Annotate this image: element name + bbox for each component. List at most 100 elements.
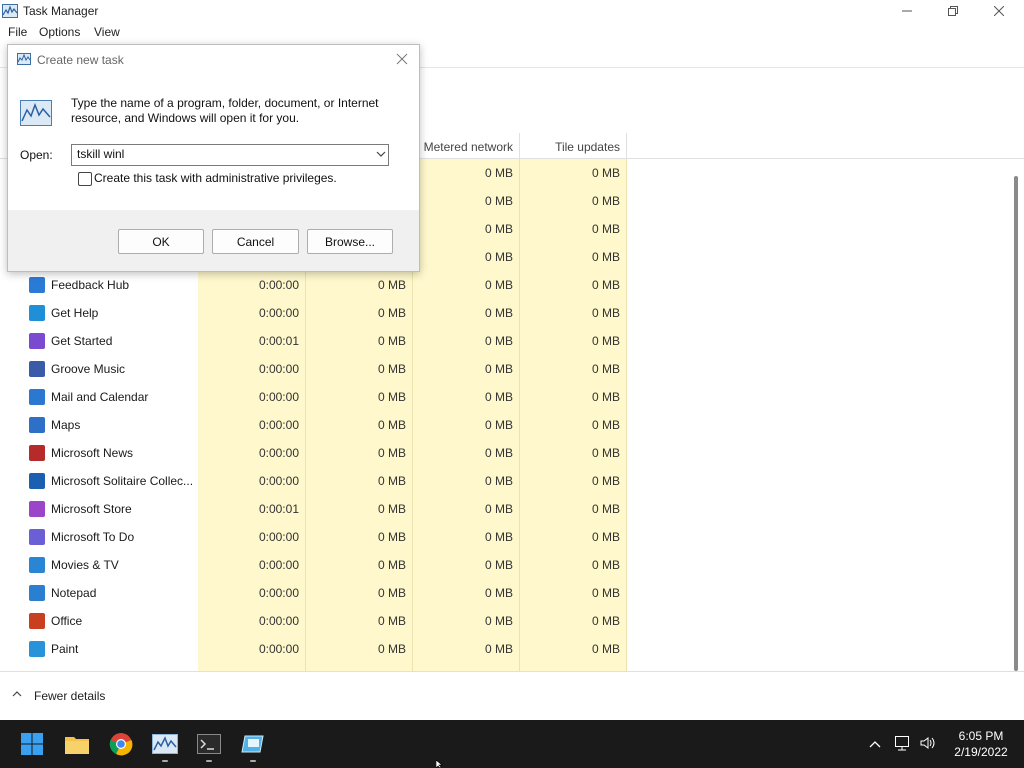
volume-icon[interactable]: [919, 735, 937, 751]
table-cell: 0:00:01: [258, 502, 299, 516]
table-cell: 0 MB: [377, 502, 406, 516]
running-indicator: [206, 760, 212, 762]
table-cell: 0 MB: [484, 642, 513, 656]
running-indicator: [250, 760, 256, 762]
table-cell: 0 MB: [484, 166, 513, 180]
mouse-cursor-icon: [436, 760, 443, 768]
app-name: Microsoft Store: [51, 502, 132, 516]
table-cell: 0 MB: [377, 306, 406, 320]
table-row[interactable]: Microsoft Store 0:00:01 0 MB 0 MB 0 MB: [0, 495, 1010, 523]
table-row[interactable]: Microsoft To Do 0:00:00 0 MB 0 MB 0 MB: [0, 523, 1010, 551]
window-title: Task Manager: [23, 4, 99, 18]
table-cell: 0:00:00: [258, 418, 299, 432]
table-cell: 0 MB: [377, 474, 406, 488]
column-header-tile-updates[interactable]: Tile updates: [520, 140, 620, 154]
app-name: Groove Music: [51, 362, 126, 376]
clock-time[interactable]: 6:05 PM: [951, 729, 1011, 743]
dialog-description: Type the name of a program, folder, docu…: [71, 96, 379, 125]
cancel-button[interactable]: Cancel: [212, 229, 299, 254]
table-cell: 0 MB: [377, 418, 406, 432]
app-name: Notepad: [51, 586, 97, 600]
table-cell: 0 MB: [484, 614, 513, 628]
table-cell: 0 MB: [591, 362, 620, 376]
menu-view[interactable]: View: [94, 25, 120, 39]
app-name: Feedback Hub: [51, 278, 130, 292]
table-row[interactable]: Office 0:00:00 0 MB 0 MB 0 MB: [0, 607, 1010, 635]
table-cell: 0 MB: [377, 642, 406, 656]
table-cell: 0:00:00: [258, 278, 299, 292]
table-cell: 0 MB: [591, 474, 620, 488]
task-manager-icon: [2, 4, 18, 18]
ok-button[interactable]: OK: [118, 229, 204, 254]
table-cell: 0 MB: [484, 530, 513, 544]
scrollbar-thumb[interactable]: [1014, 176, 1018, 671]
app-icon: [29, 529, 45, 545]
menu-options[interactable]: Options: [39, 25, 80, 39]
table-cell: 0 MB: [377, 446, 406, 460]
chevron-up-icon[interactable]: [10, 687, 24, 701]
start-button[interactable]: [18, 730, 46, 758]
admin-privileges-label[interactable]: Create this task with administrative pri…: [94, 171, 337, 185]
close-icon: [994, 6, 1004, 16]
app-icon: [29, 445, 45, 461]
close-icon[interactable]: [396, 53, 408, 65]
table-cell: 0 MB: [591, 558, 620, 572]
table-row[interactable]: Mail and Calendar 0:00:00 0 MB 0 MB 0 MB: [0, 383, 1010, 411]
fewer-details-link[interactable]: Fewer details: [34, 689, 105, 703]
app-icon: [29, 585, 45, 601]
table-cell: 0 MB: [591, 222, 620, 236]
menu-file[interactable]: File: [8, 25, 27, 39]
chrome-icon: [109, 733, 133, 756]
clock-date[interactable]: 2/19/2022: [951, 745, 1011, 759]
table-row[interactable]: Maps 0:00:00 0 MB 0 MB 0 MB: [0, 411, 1010, 439]
network-icon[interactable]: [894, 735, 912, 751]
app-icon: [29, 389, 45, 405]
table-cell: 0 MB: [377, 334, 406, 348]
app-icon: [29, 333, 45, 349]
table-cell: 0 MB: [377, 390, 406, 404]
task-manager-icon: [20, 100, 52, 126]
table-row[interactable]: Feedback Hub 0:00:00 0 MB 0 MB 0 MB: [0, 271, 1010, 299]
table-row[interactable]: Groove Music 0:00:00 0 MB 0 MB 0 MB: [0, 355, 1010, 383]
table-row[interactable]: Notepad 0:00:00 0 MB 0 MB 0 MB: [0, 579, 1010, 607]
restore-button[interactable]: [930, 0, 976, 22]
table-cell: 0:00:00: [258, 474, 299, 488]
admin-privileges-checkbox[interactable]: [78, 172, 92, 186]
table-cell: 0 MB: [484, 446, 513, 460]
terminal-taskbar-button[interactable]: [195, 730, 223, 758]
run-dialog-taskbar-button[interactable]: [239, 730, 267, 758]
app-name: Microsoft Solitaire Collec...: [51, 474, 194, 488]
table-cell: 0:00:01: [258, 334, 299, 348]
table-row[interactable]: Get Started 0:00:01 0 MB 0 MB 0 MB: [0, 327, 1010, 355]
table-row[interactable]: Microsoft Solitaire Collec... 0:00:00 0 MB…: [0, 467, 1010, 495]
app-icon: [29, 501, 45, 517]
column-header-metered-network[interactable]: Metered network: [413, 140, 513, 154]
table-row[interactable]: Paint 0:00:00 0 MB 0 MB 0 MB: [0, 635, 1010, 663]
table-cell: 0 MB: [591, 418, 620, 432]
table-cell: 0 MB: [484, 474, 513, 488]
table-cell: 0 MB: [377, 362, 406, 376]
table-row[interactable]: Movies & TV 0:00:00 0 MB 0 MB 0 MB: [0, 551, 1010, 579]
app-icon: [29, 613, 45, 629]
app-name: Movies & TV: [51, 558, 119, 572]
chevron-up-icon[interactable]: [868, 737, 882, 751]
minimize-button[interactable]: [884, 0, 930, 22]
table-cell: 0 MB: [591, 586, 620, 600]
table-cell: 0:00:00: [258, 306, 299, 320]
browse-button[interactable]: Browse...: [307, 229, 393, 254]
table-row[interactable]: Microsoft News 0:00:00 0 MB 0 MB 0 MB: [0, 439, 1010, 467]
file-explorer-taskbar-button[interactable]: [63, 730, 91, 758]
table-row[interactable]: Get Help 0:00:00 0 MB 0 MB 0 MB: [0, 299, 1010, 327]
task-manager-taskbar-button[interactable]: [151, 730, 179, 758]
chrome-taskbar-button[interactable]: [107, 730, 135, 758]
chevron-down-icon[interactable]: [374, 145, 388, 163]
close-button[interactable]: [976, 0, 1022, 22]
table-cell: 0 MB: [591, 390, 620, 404]
create-new-task-dialog: Create new task Type the name of a progr…: [7, 44, 420, 272]
open-command-value[interactable]: tskill winl: [77, 147, 124, 161]
app-icon: [29, 305, 45, 321]
restore-icon: [948, 6, 958, 16]
table-cell: 0 MB: [484, 362, 513, 376]
windows-logo-icon: [21, 733, 43, 755]
dialog-title: Create new task: [37, 53, 124, 67]
